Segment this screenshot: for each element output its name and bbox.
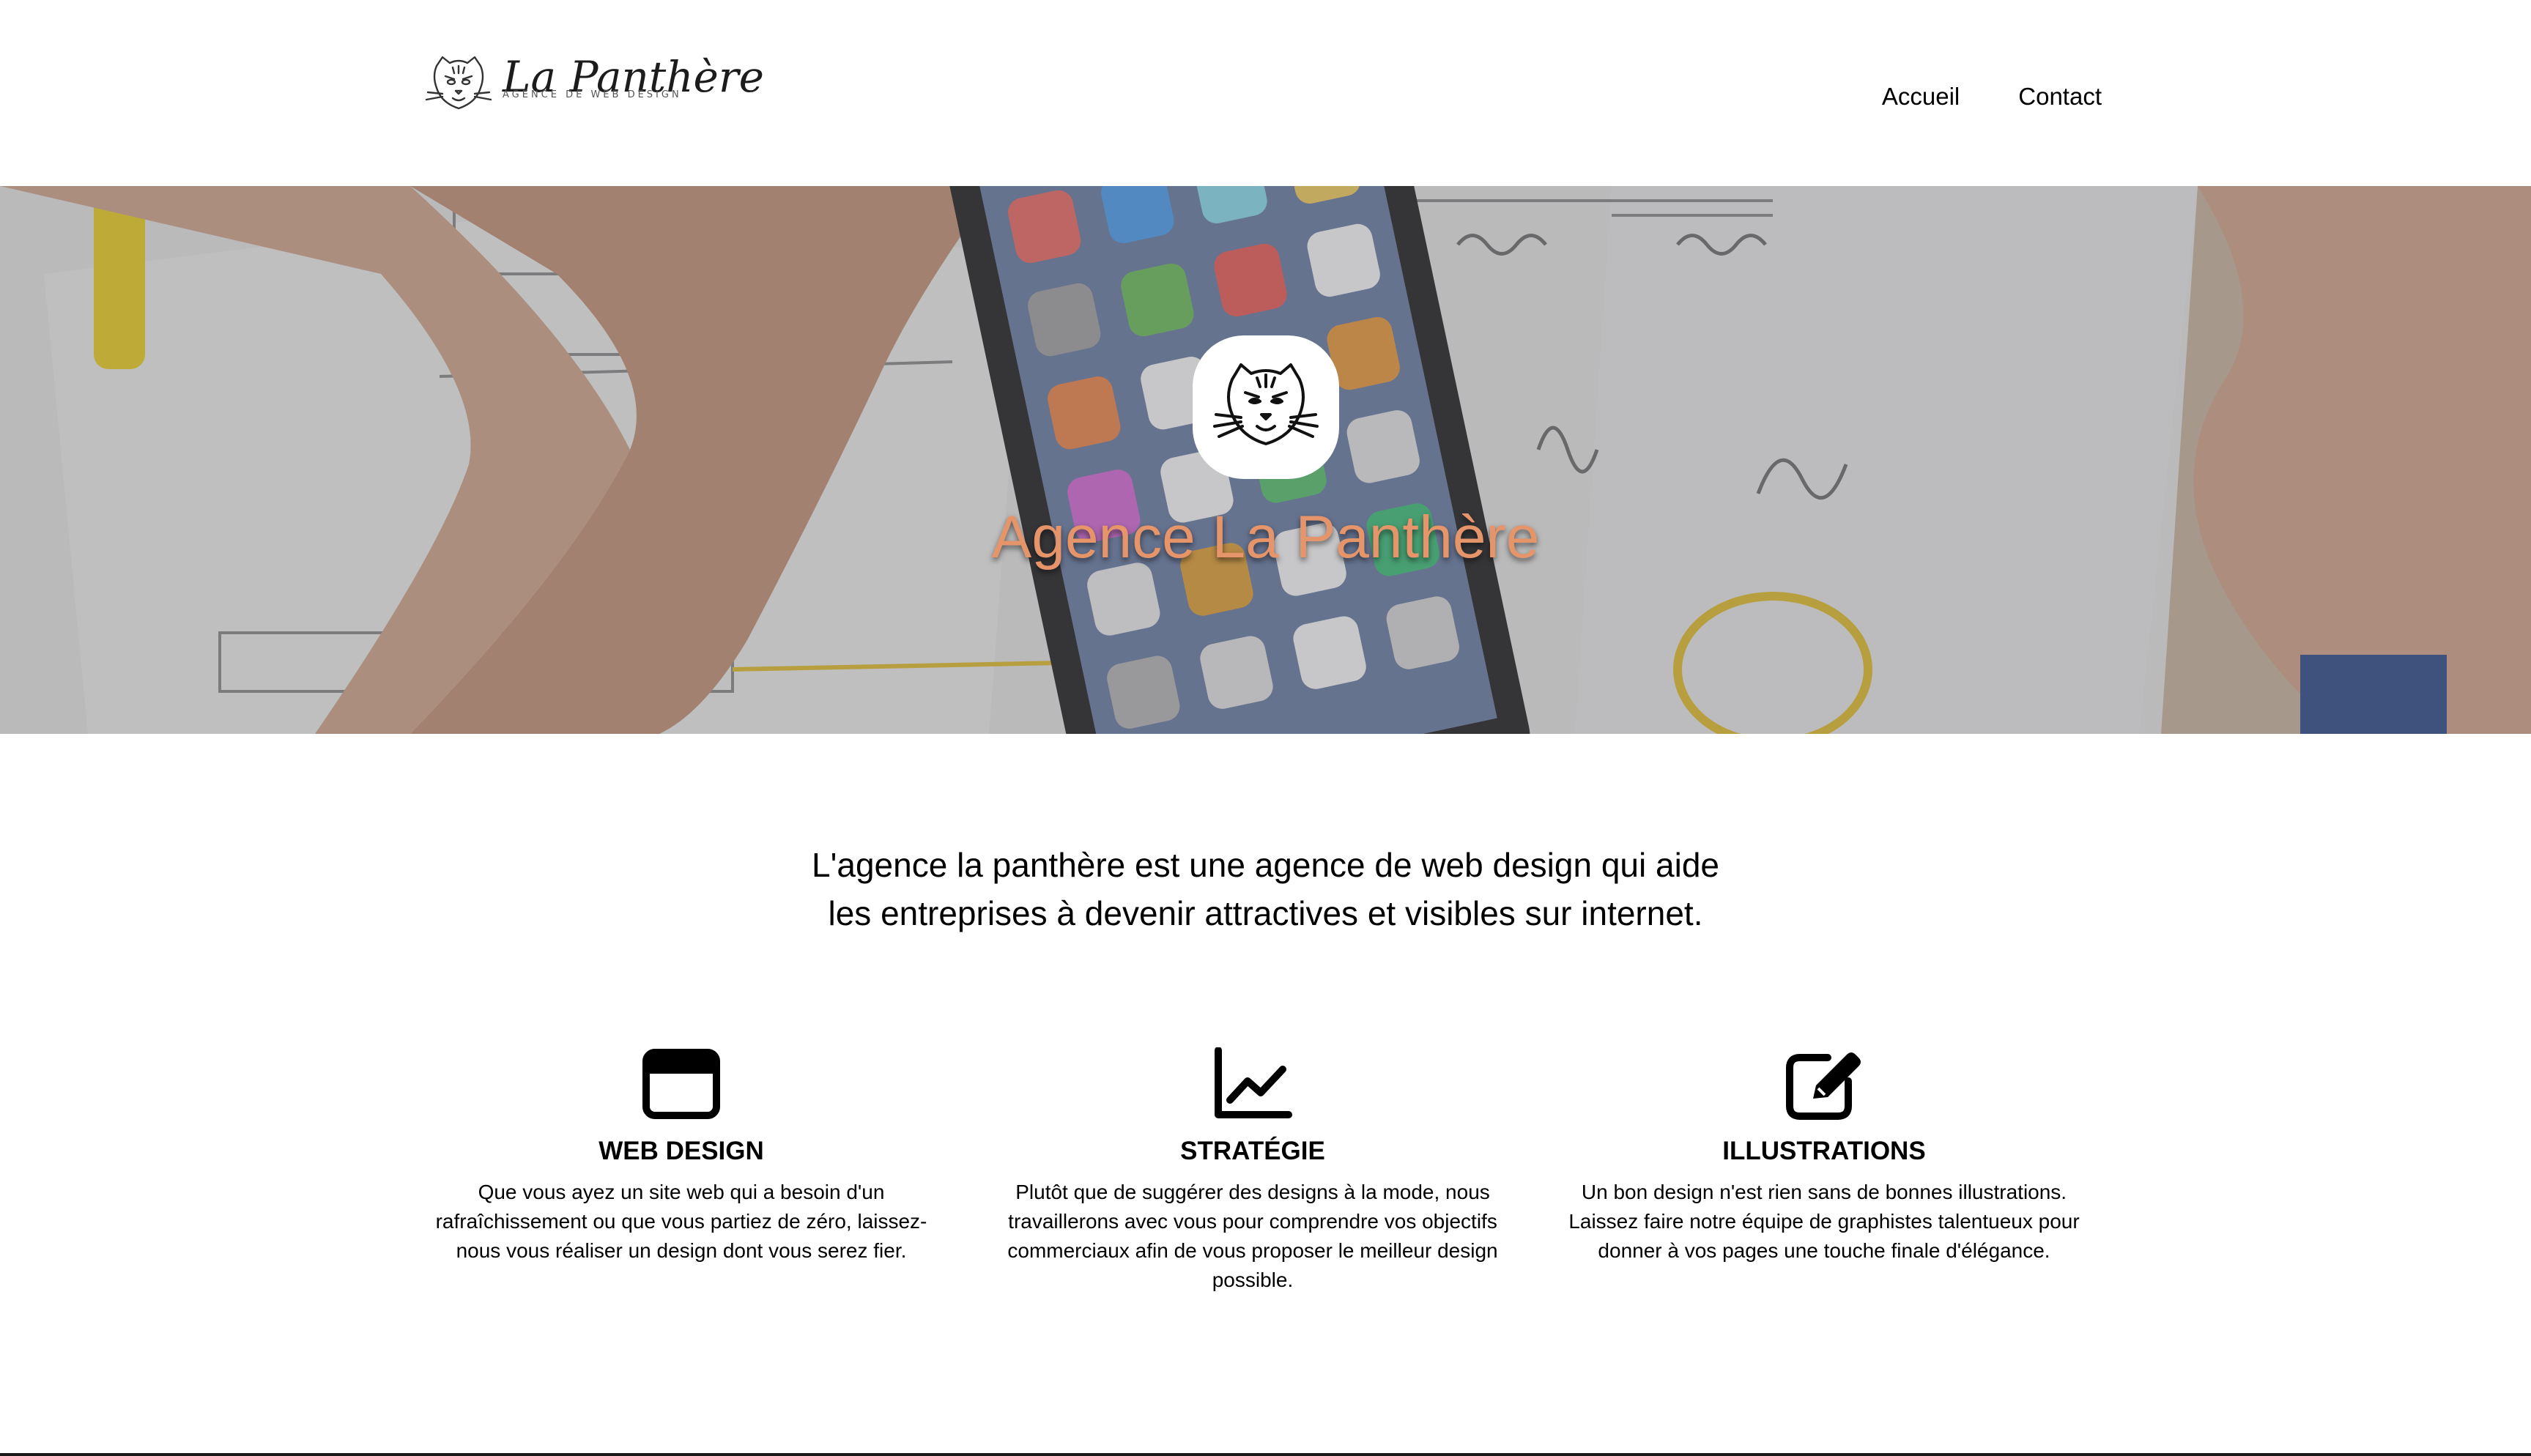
site-header: La Panthère AGENCE DE WEB DESIGN Accueil… [0,0,2531,186]
panther-logo-icon [425,56,492,110]
window-bottom-edge [0,1453,2531,1456]
main-nav: Accueil Contact [1882,79,2102,114]
hero-emblem [1193,335,1339,479]
feature-description: Un bon design n'est rien sans de bonnes … [1568,1181,2080,1262]
site-logo-link[interactable]: La Panthère AGENCE DE WEB DESIGN [423,51,764,117]
feature-strategie: STRATÉGIE Plutôt que de suggérer des des… [982,1047,1524,1295]
line-chart-icon [1215,1047,1292,1118]
nav-link-contact[interactable]: Contact [2018,79,2102,114]
feature-web-design: WEB DESIGN Que vous ayez un site web qui… [410,1047,952,1266]
feature-title: STRATÉGIE [1180,1137,1325,1165]
features-section: WEB DESIGN Que vous ayez un site web qui… [410,1047,2121,1340]
hero-title: Agence La Panthère [991,504,1540,571]
intro-line-1: L'agence la panthère est une agence de w… [812,846,1719,884]
intro-text: L'agence la panthère est une agence de w… [0,841,2531,937]
page: La Panthère AGENCE DE WEB DESIGN Accueil… [0,0,2531,1456]
browser-window-icon [642,1049,720,1119]
intro-line-2: les entreprises à devenir attractives et… [828,894,1703,932]
pen-square-icon [1786,1052,1861,1120]
feature-description: Que vous ayez un site web qui a besoin d… [435,1181,927,1262]
nav-link-accueil[interactable]: Accueil [1882,79,1960,114]
feature-description: Plutôt que de suggérer des designs à la … [1007,1181,1498,1291]
feature-illustrations: ILLUSTRATIONS Un bon design n'est rien s… [1553,1047,2095,1266]
feature-title: ILLUSTRATIONS [1722,1137,1926,1165]
hero-banner: Agence La Panthère [0,186,2531,734]
panther-head-icon [1213,363,1319,445]
feature-title: WEB DESIGN [599,1137,764,1165]
logo-tagline: AGENCE DE WEB DESIGN [503,89,682,100]
